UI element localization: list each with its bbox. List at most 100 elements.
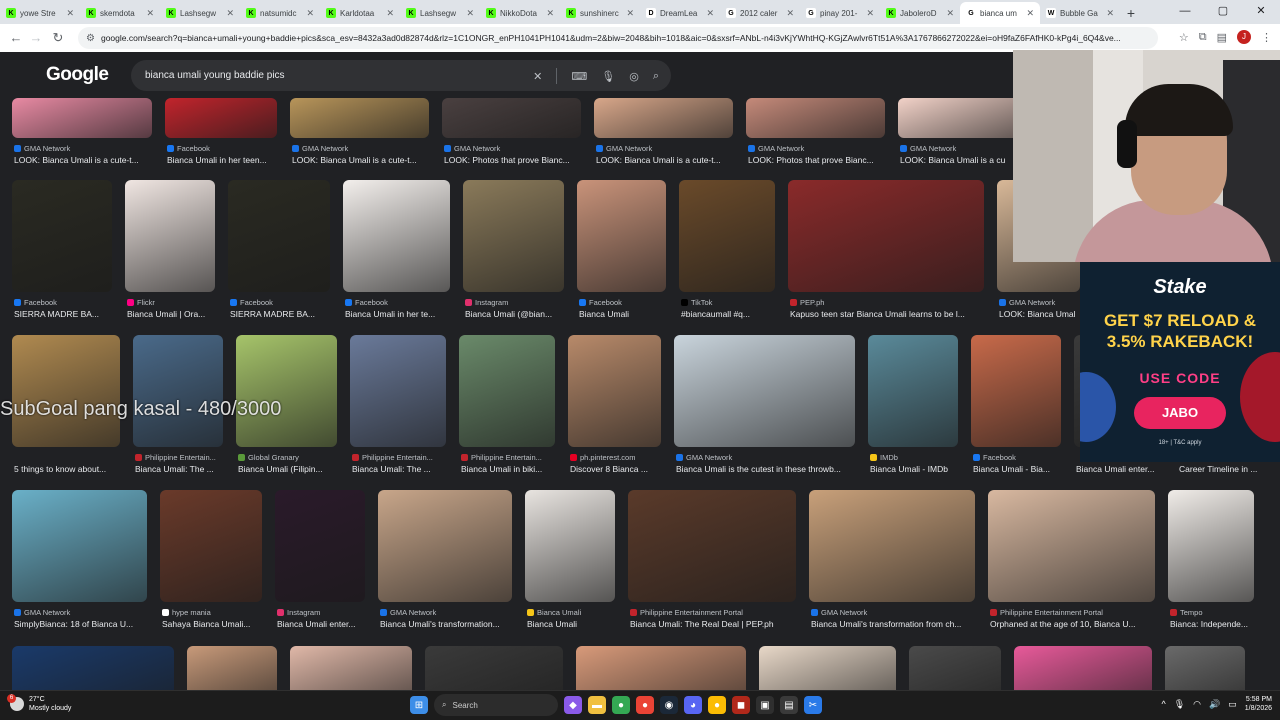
image-result[interactable]: Philippine Entertain... Bianca Umali in b… (459, 335, 555, 487)
image-result[interactable] (425, 646, 563, 690)
result-thumbnail[interactable] (236, 335, 337, 447)
result-thumbnail[interactable] (971, 335, 1061, 447)
result-thumbnail[interactable] (378, 490, 512, 602)
result-thumbnail[interactable] (1014, 646, 1152, 690)
image-result[interactable] (909, 646, 1001, 690)
image-result[interactable]: PEP.ph Kapuso teen star Bianca Umali lear… (788, 180, 984, 332)
image-result[interactable]: GMA Network Bianca Umali's transformation… (809, 490, 975, 642)
result-title[interactable]: SIERRA MADRE BA... (230, 309, 330, 319)
result-thumbnail[interactable] (628, 490, 796, 602)
tab-close-icon[interactable]: ✕ (466, 8, 474, 19)
result-title[interactable]: Bianca Umali in biki... (461, 464, 555, 474)
result-thumbnail[interactable] (674, 335, 855, 447)
image-result[interactable]: Facebook Bianca Umali - Bia... (971, 335, 1061, 487)
result-thumbnail[interactable] (1168, 490, 1254, 602)
mic-icon[interactable]: 🎙 (1174, 699, 1185, 710)
result-thumbnail[interactable] (525, 490, 615, 602)
browser-tab[interactable]: K Lashsegw ✕ (160, 2, 240, 24)
search-icon[interactable]: ⌕ (653, 70, 659, 83)
chrome-icon[interactable]: ● (612, 696, 630, 714)
tab-close-icon[interactable]: ✕ (146, 8, 154, 19)
browser-tab[interactable]: Gbianca um ✕ (960, 2, 1040, 24)
result-thumbnail[interactable] (425, 646, 563, 690)
new-tab-button[interactable]: + (1120, 2, 1142, 24)
clear-icon[interactable]: ✕ (533, 70, 542, 83)
result-title[interactable]: Bianca Umali - IMDb (870, 464, 958, 474)
browser-tab[interactable]: G 2012 caler ✕ (720, 2, 800, 24)
app-icon[interactable]: ▣ (756, 696, 774, 714)
browser-tab[interactable]: K JaboleroD ✕ (880, 2, 960, 24)
reload-icon[interactable]: ↻ (46, 30, 70, 46)
image-result[interactable] (12, 646, 174, 690)
browser-tab[interactable]: Kskemdota ✕ (80, 2, 160, 24)
browser-tab[interactable]: W Bubble Ga ✕ (1040, 2, 1120, 24)
result-thumbnail[interactable] (165, 98, 277, 138)
result-thumbnail[interactable] (12, 180, 112, 292)
result-title[interactable]: Bianca Umali enter... (1076, 464, 1164, 474)
dota-icon[interactable]: ◼ (732, 696, 750, 714)
result-title[interactable]: LOOK: Bianca Umali is a cute-t... (596, 155, 733, 165)
result-thumbnail[interactable] (759, 646, 896, 690)
result-thumbnail[interactable] (350, 335, 446, 447)
microphone-icon[interactable]: 🎙 (601, 70, 615, 83)
tab-search-icon[interactable]: ▤ (1217, 31, 1227, 44)
image-result[interactable]: Bianca Umali Bianca Umali (525, 490, 615, 642)
tab-close-icon[interactable]: ✕ (1106, 8, 1114, 19)
image-result[interactable]: Instagram Bianca Umali enter... (275, 490, 365, 642)
tab-close-icon[interactable]: ✕ (546, 8, 554, 19)
google-logo[interactable]: Google (46, 64, 109, 86)
result-thumbnail[interactable] (577, 180, 666, 292)
steam-icon[interactable]: ◉ (660, 696, 678, 714)
result-title[interactable]: #biancaumall #q... (681, 309, 775, 319)
image-result[interactable] (290, 646, 412, 690)
result-title[interactable]: Career Timeline in ... (1179, 464, 1267, 474)
result-thumbnail[interactable] (125, 180, 215, 292)
result-title[interactable]: LOOK: Bianca Umali is a cute-t... (292, 155, 429, 165)
result-title[interactable]: Bianca Umali (527, 619, 615, 629)
result-title[interactable]: 5 things to know about... (14, 464, 120, 474)
image-result[interactable]: TikTok #biancaumall #q... (679, 180, 775, 332)
clock[interactable]: 5:58 PM 1/8/2026 (1245, 695, 1272, 713)
image-result[interactable]: GMA Network LOOK: Bianca Umali is a cute-… (12, 98, 152, 178)
windows-start-icon[interactable]: ⊞ (410, 696, 428, 714)
result-title[interactable]: Bianca Umali is the cutest in these thro… (676, 464, 855, 474)
result-title[interactable]: Bianca Umali in her te... (345, 309, 450, 319)
chrome-icon-3[interactable]: ● (708, 696, 726, 714)
image-result[interactable]: ph.pinterest.com Discover 8 Bianca ... (568, 335, 661, 487)
result-thumbnail[interactable] (809, 490, 975, 602)
result-thumbnail[interactable] (343, 180, 450, 292)
result-thumbnail[interactable] (568, 335, 661, 447)
result-title[interactable]: LOOK: Bianca Umal (999, 309, 1080, 319)
maximize-icon[interactable]: ▢ (1204, 0, 1242, 24)
image-result[interactable]: GMA Network LOOK: Bianca Umali is a cute-… (594, 98, 733, 178)
image-result[interactable]: Facebook Bianca Umali in her te... (343, 180, 450, 332)
result-title[interactable]: LOOK: Photos that prove Bianc... (444, 155, 581, 165)
image-result[interactable] (1165, 646, 1245, 690)
image-result[interactable]: Facebook Bianca Umali (577, 180, 666, 332)
file-explorer-icon[interactable]: ▬ (588, 696, 606, 714)
tray-chevron-icon[interactable]: ^ (1161, 699, 1165, 709)
result-title[interactable]: Bianca Umali: The Real Deal | PEP.ph (630, 619, 796, 629)
image-result[interactable] (1014, 646, 1152, 690)
close-window-icon[interactable]: ✕ (1242, 0, 1280, 24)
result-title[interactable]: Bianca Umali - Bia... (973, 464, 1061, 474)
address-bar[interactable]: ⚙ google.com/search?q=bianca+umali+young… (78, 27, 1158, 49)
image-result[interactable]: Tempo Bianca: Independe... (1168, 490, 1254, 642)
result-title[interactable]: Discover 8 Bianca ... (570, 464, 661, 474)
battery-icon[interactable]: ▭ (1228, 699, 1237, 710)
result-title[interactable]: LOOK: Bianca Umali is a cute-t... (14, 155, 152, 165)
result-thumbnail[interactable] (442, 98, 581, 138)
result-thumbnail[interactable] (909, 646, 1001, 690)
result-thumbnail[interactable] (12, 646, 174, 690)
tab-close-icon[interactable]: ✕ (786, 8, 794, 19)
result-title[interactable]: SIERRA MADRE BA... (14, 309, 112, 319)
image-result[interactable]: IMDb Bianca Umali - IMDb (868, 335, 958, 487)
tab-close-icon[interactable]: ✕ (306, 8, 314, 19)
image-result[interactable]: GMA Network Bianca Umali is the cutest in… (674, 335, 855, 487)
volume-icon[interactable]: 🔊 (1209, 699, 1220, 710)
image-result[interactable] (576, 646, 746, 690)
terminal-icon[interactable]: ▤ (780, 696, 798, 714)
profile-avatar[interactable]: J (1237, 30, 1251, 44)
result-title[interactable]: SimplyBianca: 18 of Bianca U... (14, 619, 147, 629)
result-thumbnail[interactable] (679, 180, 775, 292)
